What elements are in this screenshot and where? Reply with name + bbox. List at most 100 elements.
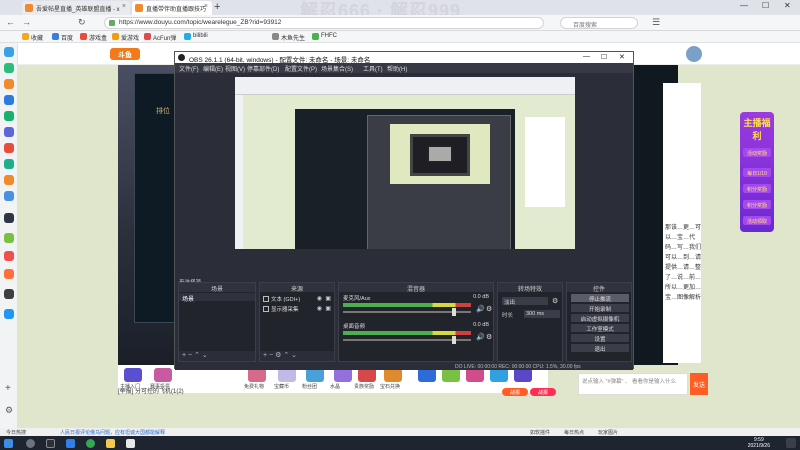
gift-icon[interactable]: [418, 368, 436, 382]
notification-icon[interactable]: [786, 438, 796, 448]
status-item[interactable]: 每日热点: [564, 429, 584, 436]
transition-select[interactable]: 淡出: [502, 297, 548, 306]
sidebar-app-icon[interactable]: [4, 143, 14, 153]
url-input[interactable]: https://www.douyu.com/topic/wearelegue_Z…: [104, 17, 544, 29]
folder-icon[interactable]: [106, 439, 115, 448]
sidebar-app-icon[interactable]: [4, 47, 14, 57]
sidebar-app-icon[interactable]: [4, 127, 14, 137]
menu-view[interactable]: 视图(V): [225, 64, 245, 73]
sidebar-app-icon[interactable]: [4, 251, 14, 261]
sidebar-app-icon[interactable]: [4, 175, 14, 185]
menu-file[interactable]: 文件(F): [179, 64, 199, 73]
news-ticker[interactable]: 人民日报评论俄乌问题，应有坦诚大国都能解释: [60, 429, 165, 436]
sidebar-app-icon[interactable]: [4, 95, 14, 105]
transition-gear-icon[interactable]: ⚙: [552, 297, 558, 305]
volume-slider-handle[interactable]: [452, 308, 457, 316]
browser-taskbar-icon[interactable]: [66, 439, 75, 448]
volume-slider[interactable]: [343, 336, 471, 344]
sidebar-app-icon[interactable]: [4, 289, 14, 299]
windows-start-icon[interactable]: [4, 439, 13, 448]
minimize-icon[interactable]: —: [740, 1, 748, 10]
minimize-icon[interactable]: —: [583, 53, 590, 60]
bookmark-item[interactable]: 百度: [52, 33, 73, 42]
speaker-icon[interactable]: 🔊: [476, 305, 485, 313]
stop-streaming-button[interactable]: 停止推流: [571, 294, 629, 303]
remove-icon[interactable]: −: [269, 352, 273, 359]
hot-search-label[interactable]: 今日热搜: [6, 429, 26, 436]
search-input[interactable]: 百度搜索: [560, 17, 638, 29]
properties-gear-icon[interactable]: ⚙: [275, 352, 281, 359]
sidebar-app-icon[interactable]: [4, 233, 14, 243]
move-down-icon[interactable]: ⌄: [291, 352, 297, 359]
bookmark-item[interactable]: 爱游戏: [112, 33, 139, 42]
channel-settings-gear-icon[interactable]: ⚙: [486, 333, 493, 341]
sidebar-app-icon[interactable]: [4, 213, 14, 223]
action-button[interactable]: 战报: [530, 388, 556, 396]
send-button[interactable]: 发送: [690, 373, 708, 395]
lock-icon[interactable]: ▣: [325, 295, 331, 302]
gift-icon[interactable]: [278, 368, 296, 382]
task-view-icon[interactable]: [46, 439, 55, 448]
sidebar-app-icon[interactable]: [4, 191, 14, 201]
sidebar-app-icon[interactable]: [4, 159, 14, 169]
menu-help[interactable]: 帮助(H): [387, 64, 407, 73]
gift-icon[interactable]: [248, 368, 266, 382]
extension-icon[interactable]: ☰: [652, 17, 660, 28]
gift-icon[interactable]: [124, 368, 142, 382]
close-tab-icon[interactable]: ×: [122, 3, 126, 10]
scene-item[interactable]: 场景: [179, 293, 255, 303]
gift-icon[interactable]: [490, 368, 508, 382]
maximize-icon[interactable]: ☐: [762, 1, 769, 10]
search-icon[interactable]: [26, 439, 35, 448]
back-icon[interactable]: ←: [6, 17, 15, 27]
bookmark-item[interactable]: 木鱼先生: [272, 33, 305, 42]
gift-icon[interactable]: [154, 368, 172, 382]
reload-icon[interactable]: ↻: [78, 17, 86, 28]
gift-icon[interactable]: [358, 368, 376, 382]
taskbar-clock[interactable]: 9:59 2021/9/26: [748, 437, 770, 449]
action-button[interactable]: 战报: [502, 388, 528, 396]
forward-icon[interactable]: →: [22, 17, 31, 27]
bookmark-item[interactable]: 收藏: [22, 33, 43, 42]
browser-tab[interactable]: 吾爱帖星直播_英雄联盟直播 - x ×: [22, 1, 130, 15]
status-item[interactable]: 如软摇件: [530, 429, 550, 436]
start-recording-button[interactable]: 开始录制: [571, 304, 629, 313]
move-up-icon[interactable]: ⌃: [194, 352, 200, 359]
maximize-icon[interactable]: ☐: [601, 53, 607, 61]
status-item[interactable]: 玩家图片: [598, 429, 618, 436]
obs-taskbar-icon[interactable]: [126, 439, 135, 448]
menu-edit[interactable]: 编辑(E): [203, 64, 223, 73]
bookmark-item[interactable]: bilibili: [184, 33, 208, 40]
menu-profile[interactable]: 配置文件(P): [285, 64, 317, 73]
gift-icon[interactable]: [384, 368, 402, 382]
gift-icon[interactable]: [514, 368, 532, 382]
sidebar-app-icon[interactable]: [4, 309, 14, 319]
browser-taskbar-icon[interactable]: [86, 439, 95, 448]
volume-slider-handle[interactable]: [452, 336, 457, 344]
promo-banner[interactable]: 主播福利 活动奖励 每日1/10 积分奖励 积分奖励 活动领取: [740, 112, 774, 232]
channel-settings-gear-icon[interactable]: ⚙: [486, 305, 493, 313]
duration-input[interactable]: 300 ms: [524, 310, 560, 318]
sidebar-app-icon[interactable]: [4, 269, 14, 279]
obs-preview[interactable]: [235, 77, 575, 267]
volume-slider[interactable]: [343, 308, 471, 316]
sidebar-app-icon[interactable]: [4, 111, 14, 121]
close-tab-icon[interactable]: ×: [204, 3, 208, 10]
studio-mode-button[interactable]: 工作室模式: [571, 324, 629, 333]
browser-tab-active[interactable]: 直播带伴助直播跟技巧 ×: [132, 1, 212, 15]
bookmark-item[interactable]: 游戏盒: [80, 33, 107, 42]
exit-button[interactable]: 退出: [571, 344, 629, 353]
add-icon[interactable]: +: [182, 352, 186, 359]
gift-icon[interactable]: [334, 368, 352, 382]
sidebar-app-icon[interactable]: [4, 63, 14, 73]
douyu-logo[interactable]: 斗鱼: [110, 48, 140, 60]
chat-input[interactable]: 说点输入 "#弹幕" 、 看看你是输入什么: [578, 373, 688, 395]
menu-scene-collection[interactable]: 场景集合(S): [321, 64, 353, 73]
visibility-eye-icon[interactable]: ◉: [317, 305, 322, 312]
gift-icon[interactable]: [442, 368, 460, 382]
source-item[interactable]: 显示器采集 ◉ ▣: [262, 305, 334, 313]
menu-tools[interactable]: 工具(T): [363, 64, 383, 73]
new-tab-icon[interactable]: +: [214, 1, 220, 13]
move-up-icon[interactable]: ⌃: [283, 352, 289, 359]
sidebar-app-icon[interactable]: [4, 79, 14, 89]
